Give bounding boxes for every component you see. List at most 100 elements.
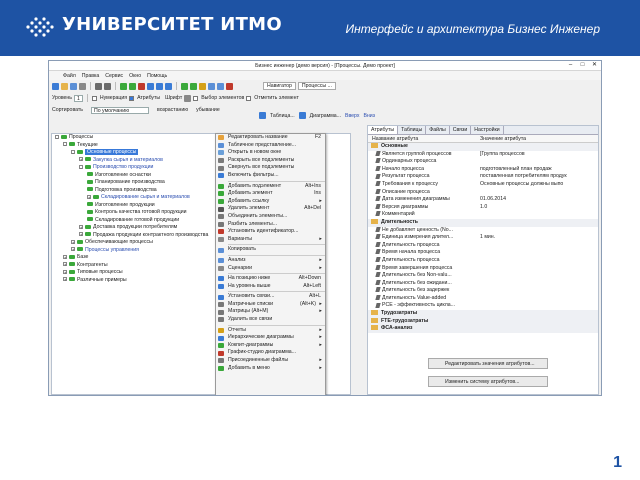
attribute-value[interactable] xyxy=(480,189,598,197)
attribute-value[interactable] xyxy=(480,211,598,219)
attribute-value[interactable] xyxy=(480,295,598,303)
attribute-value[interactable]: 01.06.2014 xyxy=(480,196,598,204)
attribute-row[interactable]: Комментарий xyxy=(368,211,598,219)
menu-help[interactable]: Помощь xyxy=(147,73,167,79)
menu-service[interactable]: Сервис xyxy=(105,73,123,79)
context-menu-item[interactable]: Сценарии ▸ xyxy=(216,265,325,273)
properties-tab[interactable]: Атрибуты xyxy=(368,126,399,134)
attribute-value[interactable]: 1.0 xyxy=(480,204,598,212)
undo-icon[interactable] xyxy=(95,82,102,90)
context-menu-item[interactable]: Добавить ссылку ▸ xyxy=(216,198,325,206)
element-select-checkbox[interactable] xyxy=(193,95,199,101)
attribute-value[interactable]: поставленная потребителям продук xyxy=(480,173,598,181)
redo-icon[interactable] xyxy=(104,82,111,90)
attribute-value[interactable] xyxy=(480,287,598,295)
attribute-row[interactable]: Длительность Value-added xyxy=(368,295,598,303)
matrix-icon[interactable] xyxy=(217,82,224,90)
context-menu-item[interactable]: Удалить все связи xyxy=(216,316,325,324)
attribute-group[interactable]: Основные xyxy=(368,143,598,151)
chart-icon[interactable] xyxy=(226,82,233,90)
expand-icon[interactable]: + xyxy=(79,157,83,162)
edit-attribute-values-button[interactable]: Редактировать значения атрибутов... xyxy=(428,358,548,369)
properties-tab[interactable]: Таблицы xyxy=(398,126,427,134)
expand-icon[interactable]: + xyxy=(63,254,67,259)
menu-window[interactable]: Окно xyxy=(129,73,141,79)
context-menu-item[interactable]: Редактировать название F2 xyxy=(216,134,325,142)
expand-icon[interactable]: + xyxy=(87,194,91,199)
attribute-value[interactable] xyxy=(480,302,598,310)
context-menu-item[interactable]: График-студио диаграмма... xyxy=(216,349,325,357)
attribute-row[interactable]: Длительность процесса xyxy=(368,242,598,250)
expand-icon[interactable]: + xyxy=(79,224,83,229)
move-up-button[interactable]: Вверх xyxy=(345,113,359,119)
copy-icon[interactable] xyxy=(156,82,163,90)
collapse-icon[interactable]: - xyxy=(79,164,83,169)
attribute-value[interactable] xyxy=(480,242,598,250)
properties-tab[interactable]: Связи xyxy=(450,126,472,134)
maximize-icon[interactable]: □ xyxy=(578,62,587,69)
attribute-value[interactable] xyxy=(480,280,598,288)
show-element-checkbox[interactable] xyxy=(246,95,252,101)
attribute-row[interactable]: Ординарных процесса xyxy=(368,158,598,166)
context-menu-item[interactable]: Раскрыть все подэлементы xyxy=(216,157,325,165)
context-menu-item[interactable]: Удалить элемент Alt+Del xyxy=(216,205,325,213)
attribute-value[interactable]: 1 мин. xyxy=(480,234,598,242)
attribute-row[interactable]: Дата изменения диаграммы 01.06.2014 xyxy=(368,196,598,204)
attribute-row[interactable]: Версия диаграммы 1.0 xyxy=(368,204,598,212)
arrow-right-icon[interactable] xyxy=(190,82,197,90)
tab-navigator[interactable]: Навигатор xyxy=(263,82,296,90)
context-menu-item[interactable]: Добавить подэлемент Alt+Ins xyxy=(216,183,325,191)
attribute-row[interactable]: Требования к процессу Основные процессы д… xyxy=(368,181,598,189)
properties-grid[interactable]: Основные Является группой процессов [Групп… xyxy=(368,143,598,333)
table-view-icon[interactable] xyxy=(259,112,266,119)
new-icon[interactable] xyxy=(52,82,59,90)
attribute-value[interactable] xyxy=(480,249,598,257)
attribute-group[interactable]: Длительность xyxy=(368,218,598,227)
attribute-value[interactable] xyxy=(480,227,598,235)
attribute-group[interactable]: ФСА-анализ xyxy=(368,325,598,333)
attribute-value[interactable] xyxy=(480,272,598,280)
paste-icon[interactable] xyxy=(165,82,172,90)
properties-tab[interactable]: Файлы xyxy=(426,126,450,134)
context-menu-item[interactable]: Отчеты ▸ xyxy=(216,327,325,335)
change-attribute-system-button[interactable]: Изменить систему атрибутов... xyxy=(428,376,548,387)
attribute-group[interactable]: Трудозатраты xyxy=(368,310,598,318)
context-menu-item[interactable]: Добавить элемент Ins xyxy=(216,190,325,198)
context-menu-item[interactable]: Варианты ▸ xyxy=(216,236,325,244)
attribute-row[interactable]: Длительность без задержек xyxy=(368,287,598,295)
expand-icon[interactable]: + xyxy=(63,262,67,267)
context-menu-item[interactable]: На позицию ниже Alt+Down xyxy=(216,275,325,283)
properties-tab[interactable]: Настройки xyxy=(471,126,504,134)
minimize-icon[interactable]: – xyxy=(566,62,575,69)
close-icon[interactable]: ✕ xyxy=(590,62,599,69)
attribute-row[interactable]: Описание процесса xyxy=(368,189,598,197)
attribute-row[interactable]: Длительность процесса xyxy=(368,257,598,265)
add-element-icon[interactable] xyxy=(120,82,127,90)
menu-file[interactable]: Файл xyxy=(63,73,76,79)
context-menu-item[interactable]: Открыть в новом окне xyxy=(216,149,325,157)
context-menu-item[interactable]: Кокпит-диаграммы ▸ xyxy=(216,342,325,350)
table-view-button[interactable]: Таблица... xyxy=(270,113,295,119)
sort-select[interactable]: По умолчанию xyxy=(91,106,149,114)
context-menu-item[interactable]: Включить фильтры... xyxy=(216,172,325,180)
diagram-icon[interactable] xyxy=(208,82,215,90)
report-icon[interactable] xyxy=(199,82,206,90)
context-menu-item[interactable]: Иерархические диаграммы ▸ xyxy=(216,334,325,342)
context-menu-item[interactable]: Матричные списки (Alt+K) ▸ xyxy=(216,301,325,309)
attribute-value[interactable] xyxy=(480,265,598,273)
attribute-row[interactable]: Является группой процессов [Группа процес… xyxy=(368,151,598,159)
collapse-icon[interactable]: - xyxy=(71,149,75,154)
collapse-icon[interactable]: - xyxy=(63,142,67,147)
sort-asc-label[interactable]: возрастанию xyxy=(157,107,188,113)
context-menu-item[interactable]: Установить идентификатор... xyxy=(216,228,325,236)
attribute-row[interactable]: Время начала процесса xyxy=(368,249,598,257)
sort-desc-label[interactable]: убывание xyxy=(196,107,220,113)
attribute-value[interactable] xyxy=(480,257,598,265)
menu-edit[interactable]: Правка xyxy=(82,73,100,79)
diagram-view-icon[interactable] xyxy=(298,112,306,119)
attribute-row[interactable]: Длительность без ожидани... xyxy=(368,280,598,288)
expand-icon[interactable]: + xyxy=(71,239,75,244)
attribute-row[interactable]: Не добавляет ценность (No... xyxy=(368,227,598,235)
attribute-row[interactable]: Длительность без Non-valu... xyxy=(368,272,598,280)
attribute-row[interactable]: Результат процесса поставленная потребите… xyxy=(368,173,598,181)
